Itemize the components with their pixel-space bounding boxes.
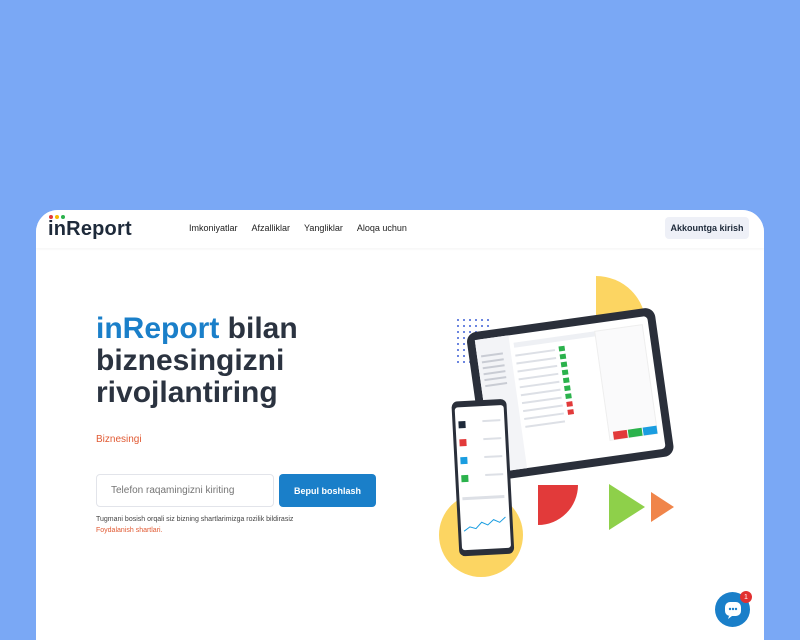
hero-illustration [439, 276, 674, 577]
terms-text: Tugmani bosish orqali siz bizning shartl… [96, 514, 293, 536]
login-button[interactable]: Akkountga kirish [665, 217, 749, 239]
start-free-button[interactable]: Bepul boshlash [279, 474, 376, 507]
terms-link[interactable]: Foydalanish shartlari. [96, 525, 293, 536]
hero-title: inReport bilan biznesingizni rivojlantir… [96, 313, 366, 409]
chat-icon [724, 601, 741, 619]
landing-page: inReport Imkoniyatlar Afzalliklar Yangli… [36, 210, 764, 640]
nav-link-yangliklar[interactable]: Yangliklar [304, 223, 343, 233]
nav-link-afzalliklar[interactable]: Afzalliklar [252, 223, 291, 233]
nav-link-imkoniyatlar[interactable]: Imkoniyatlar [189, 223, 238, 233]
red-quarter-shape [538, 485, 578, 525]
logo[interactable]: inReport [48, 218, 132, 241]
chat-notification-badge: 1 [740, 591, 752, 603]
phone-input[interactable] [96, 474, 274, 507]
terms-description: Tugmani bosish orqali siz bizning shartl… [96, 516, 294, 523]
green-triangle-shape [609, 484, 645, 530]
top-nav: inReport Imkoniyatlar Afzalliklar Yangli… [36, 210, 764, 248]
nav-link-aloqa[interactable]: Aloqa uchun [357, 223, 407, 233]
orange-triangle-shape [651, 492, 674, 522]
hero-title-brand: inReport [96, 312, 220, 345]
phone-mockup [451, 399, 515, 557]
hero-subtitle: Biznesingi [96, 434, 142, 445]
